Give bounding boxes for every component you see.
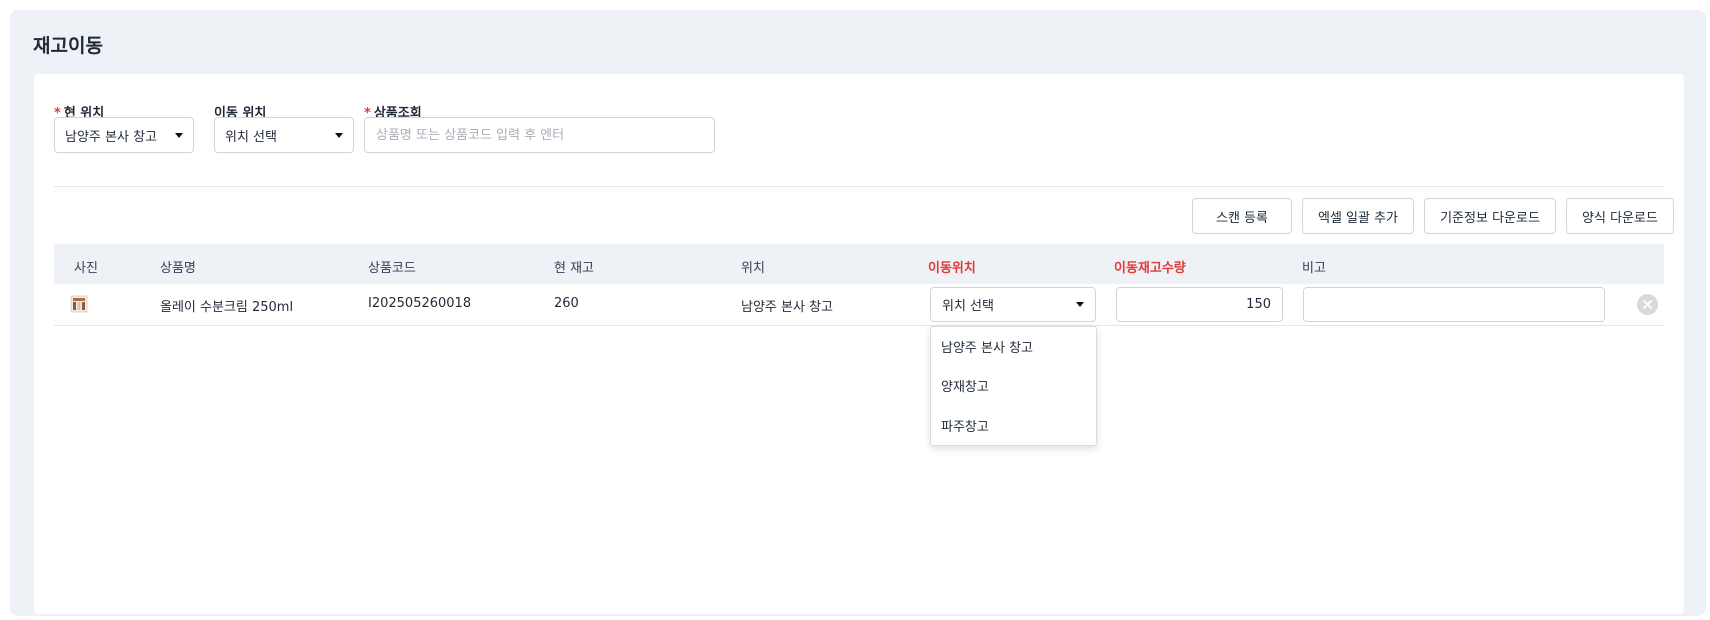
- col-photo: 사진: [74, 261, 98, 276]
- remove-row-button[interactable]: [1637, 294, 1658, 315]
- col-product-name: 상품명: [160, 261, 196, 276]
- move-location-cell-select[interactable]: 위치 선택: [930, 287, 1096, 322]
- note-input[interactable]: [1303, 287, 1605, 322]
- col-current-stock: 현 재고: [554, 261, 595, 276]
- col-move-location: 이동위치: [928, 261, 976, 276]
- page-title: 재고이동: [33, 35, 103, 57]
- table-header: 사진 상품명 상품코드 현 재고 위치 이동위치 이동재고수량 비고: [54, 244, 1664, 284]
- content-panel: *현 위치 남양주 본사 창고 이동 위치 위치 선택 *상품조회 스캔 등록 …: [34, 74, 1684, 614]
- table-row: 올레이 수분크림 250ml I202505260018 260 남양주 본사 …: [54, 284, 1664, 326]
- col-product-code: 상품코드: [368, 261, 416, 276]
- caret-down-icon: [1076, 302, 1084, 307]
- scan-register-button[interactable]: 스캔 등록: [1192, 198, 1292, 234]
- caret-down-icon: [335, 132, 343, 138]
- col-move-qty: 이동재고수량: [1114, 261, 1186, 276]
- divider: [54, 186, 1664, 187]
- dropdown-option[interactable]: 남양주 본사 창고: [941, 337, 1033, 356]
- current-location-value: 남양주 본사 창고: [65, 129, 157, 145]
- product-thumbnail-icon: [70, 295, 88, 313]
- page-container: 재고이동 *현 위치 남양주 본사 창고 이동 위치 위치 선택 *상품조회 스…: [10, 10, 1706, 616]
- col-location: 위치: [741, 261, 765, 276]
- col-note: 비고: [1302, 261, 1326, 276]
- caret-down-icon: [175, 132, 183, 138]
- master-download-button[interactable]: 기준정보 다운로드: [1424, 198, 1556, 234]
- dropdown-option[interactable]: 양재창고: [941, 376, 989, 395]
- current-stock: 260: [554, 296, 579, 311]
- move-location-select[interactable]: 위치 선택: [214, 117, 354, 153]
- product-search-input[interactable]: [364, 117, 715, 153]
- move-location-dropdown: 남양주 본사 창고 양재창고 파주창고: [930, 326, 1097, 446]
- move-qty-input[interactable]: [1116, 287, 1283, 322]
- close-icon: [1643, 300, 1652, 309]
- template-download-button[interactable]: 양식 다운로드: [1566, 198, 1674, 234]
- move-location-cell-value: 위치 선택: [942, 299, 994, 314]
- excel-bulk-add-button[interactable]: 엑셀 일괄 추가: [1302, 198, 1414, 234]
- product-name: 올레이 수분크림 250ml: [160, 300, 294, 315]
- move-location-value: 위치 선택: [225, 129, 277, 145]
- dropdown-option[interactable]: 파주창고: [941, 416, 989, 435]
- current-location-select[interactable]: 남양주 본사 창고: [54, 117, 194, 153]
- location: 남양주 본사 창고: [741, 300, 833, 315]
- product-code: I202505260018: [368, 296, 472, 311]
